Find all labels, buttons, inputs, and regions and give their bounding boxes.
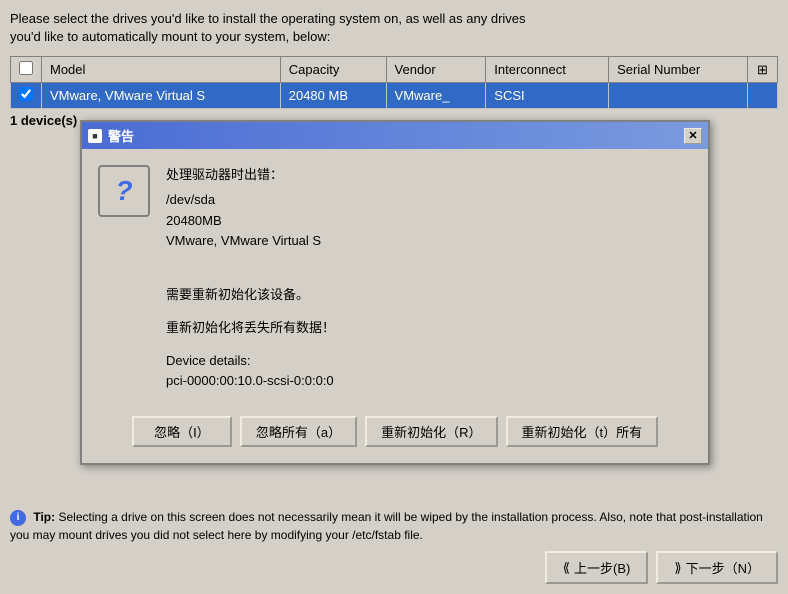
dialog-warning2: 重新初始化将丢失所有数据！ — [166, 318, 692, 339]
dialog-content: 处理驱动器时出错： /dev/sda 20480MB VMware, VMwar… — [166, 165, 692, 392]
reinit-button[interactable]: 重新初始化（R） — [365, 416, 497, 447]
titlebar-left: ■ 警告 — [88, 126, 134, 145]
dialog-overlay: ■ 警告 ✕ ? 处理驱动器时出错： /dev/sda 20480MB VMwa… — [0, 0, 788, 594]
dialog-device-details-value: pci-0000:00:10.0-scsi-0:0:0:0 — [166, 371, 692, 392]
dialog-device-details-label: Device details: — [166, 351, 692, 372]
ignore-button[interactable]: 忽略（I） — [132, 416, 232, 447]
ignore-all-button[interactable]: 忽略所有（a） — [240, 416, 357, 447]
dialog-title: 警告 — [108, 126, 134, 145]
dialog-dev-path: /dev/sda — [166, 190, 692, 211]
dialog-close-button[interactable]: ✕ — [684, 128, 702, 144]
dialog-titlebar: ■ 警告 ✕ — [82, 122, 708, 149]
dialog-device-model: VMware, VMware Virtual S — [166, 231, 692, 252]
dialog-warning1: 需要重新初始化该设备。 — [166, 264, 692, 306]
dialog-body: ? 处理驱动器时出错： /dev/sda 20480MB VMware, VMw… — [82, 149, 708, 408]
dialog-error-label: 处理驱动器时出错： — [166, 165, 692, 186]
main-container: Please select the drives you'd like to i… — [0, 0, 788, 594]
warning-dialog: ■ 警告 ✕ ? 处理驱动器时出错： /dev/sda 20480MB VMwa… — [80, 120, 710, 465]
dialog-capacity: 20480MB — [166, 211, 692, 232]
dialog-question-icon: ? — [98, 165, 150, 217]
titlebar-icon: ■ — [88, 129, 102, 143]
dialog-buttons: 忽略（I） 忽略所有（a） 重新初始化（R） 重新初始化（t）所有 — [82, 408, 708, 463]
reinit-all-button[interactable]: 重新初始化（t）所有 — [506, 416, 659, 447]
